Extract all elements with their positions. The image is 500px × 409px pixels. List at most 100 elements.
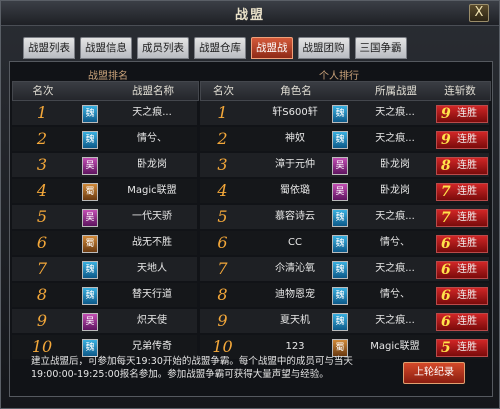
player-row[interactable]: 8 迪物恩宠 魏 情兮、 6 连胜: [200, 283, 489, 307]
faction-badge-icon: 魏: [82, 105, 98, 123]
faction-badge-icon: 吴: [82, 313, 98, 331]
faction-badge-icon: 吴: [332, 157, 348, 175]
faction-badge-icon: 蜀: [82, 183, 98, 201]
guild-name: 天地人: [137, 263, 167, 274]
streak-count: 6: [441, 236, 451, 252]
guild-name: 情兮、: [380, 289, 410, 300]
faction-badge-icon: 魏: [332, 235, 348, 253]
rank-number: 5: [36, 207, 48, 226]
guild-name: 天之痕...: [375, 133, 415, 144]
role-name: 蜀依璐: [280, 185, 310, 196]
streak-badge: 9 连胜: [436, 131, 488, 149]
player-row[interactable]: 5 慕容诗云 魏 天之痕... 7 连胜: [200, 205, 489, 229]
streak-count: 7: [441, 184, 451, 200]
streak-label: 连胜: [457, 290, 477, 301]
role-name: 神奴: [285, 133, 305, 144]
rank-number: 3: [217, 155, 228, 174]
guild-name: 情兮、: [137, 133, 167, 144]
close-button[interactable]: X: [469, 4, 489, 22]
streak-badge: 9 连胜: [436, 105, 488, 123]
col-role-name: 角色名: [280, 85, 312, 97]
faction-badge-icon: 魏: [82, 287, 98, 305]
role-name: 慕容诗云: [275, 211, 315, 222]
faction-badge-icon: 吴: [82, 157, 98, 175]
tab-6[interactable]: 三国争霸: [354, 37, 407, 59]
guild-name: 卧龙岗: [137, 159, 167, 170]
faction-badge-icon: 蜀: [82, 235, 98, 253]
streak-badge: 6 连胜: [436, 235, 488, 253]
col-rank: 名次: [32, 85, 54, 97]
role-name: 尒清沁氧: [275, 263, 315, 274]
guild-name: Magic联盟: [127, 185, 177, 196]
streak-label: 连胜: [457, 134, 477, 145]
guild-name: 天之痕...: [375, 211, 415, 222]
tab-1[interactable]: 战盟信息: [80, 37, 132, 59]
col-streak: 连斩数: [444, 85, 476, 97]
streak-count: 8: [441, 158, 451, 174]
rank-number: 4: [36, 181, 48, 200]
guild-name: 天之痕...: [375, 263, 415, 274]
streak-label: 连胜: [457, 160, 477, 171]
streak-label: 连胜: [457, 238, 477, 249]
streak-count: 5: [441, 340, 451, 356]
player-row[interactable]: 6 CC 魏 情兮、 6 连胜: [200, 231, 489, 255]
col-guild-name: 战盟名称: [132, 85, 174, 97]
player-row[interactable]: 9 夏天机 魏 天之痕... 6 连胜: [200, 309, 489, 333]
personal-table-header: 名次 角色名 所属战盟 连斩数: [200, 81, 491, 101]
player-row[interactable]: 7 尒清沁氧 魏 天之痕... 6 连胜: [200, 257, 489, 281]
player-row[interactable]: 1 轩S600轩 魏 天之痕... 9 连胜: [200, 101, 489, 125]
faction-badge-icon: 魏: [332, 313, 348, 331]
guild-ranking-label: 战盟排名: [88, 71, 128, 82]
tab-2[interactable]: 成员列表: [137, 37, 189, 59]
streak-label: 连胜: [457, 108, 477, 119]
streak-count: 6: [441, 288, 451, 304]
streak-badge: 8 连胜: [436, 157, 488, 175]
guild-name: 情兮、: [380, 237, 410, 248]
rank-number: 2: [36, 129, 48, 148]
last-round-record-button[interactable]: 上轮纪录: [403, 362, 465, 384]
rank-number: 4: [217, 181, 228, 200]
rank-number: 1: [36, 103, 48, 122]
tab-5[interactable]: 战盟团购: [297, 37, 350, 59]
guild-row[interactable]: 3 吴 卧龙岗: [12, 153, 197, 177]
info-text: 建立战盟后，可参加每天19:30开始的战盟争霸。每个战盟中的成员可与当天19:0…: [31, 356, 353, 380]
streak-badge: 6 连胜: [436, 313, 488, 331]
tab-4[interactable]: 战盟战: [251, 37, 293, 59]
faction-badge-icon: 魏: [82, 261, 98, 279]
personal-ranking-label: 个人排行: [319, 71, 359, 82]
streak-label: 连胜: [457, 316, 477, 327]
player-row[interactable]: 3 漳于元仲 吴 卧龙岗 8 连胜: [200, 153, 489, 177]
role-name: 漳于元仲: [275, 159, 315, 170]
guild-row[interactable]: 2 魏 情兮、: [12, 127, 197, 151]
guild-name: 天之痕...: [375, 107, 415, 118]
guild-row[interactable]: 8 魏 替天行道: [12, 283, 197, 307]
guild-row[interactable]: 6 蜀 战无不胜: [12, 231, 197, 255]
faction-badge-icon: 吴: [332, 183, 348, 201]
rank-number: 6: [36, 233, 48, 252]
faction-badge-icon: 魏: [332, 209, 348, 227]
player-row[interactable]: 2 神奴 魏 天之痕... 9 连胜: [200, 127, 489, 151]
guild-row[interactable]: 4 蜀 Magic联盟: [12, 179, 197, 203]
tab-3[interactable]: 战盟仓库: [194, 37, 246, 59]
guild-row[interactable]: 5 吴 一代天骄: [12, 205, 197, 229]
rank-number: 7: [217, 259, 228, 278]
tab-0[interactable]: 战盟列表: [23, 37, 75, 59]
role-name: CC: [288, 237, 302, 248]
streak-badge: 7 连胜: [436, 183, 488, 201]
rank-number: 3: [36, 155, 48, 174]
guild-row[interactable]: 9 吴 炽天使: [12, 309, 197, 333]
streak-count: 7: [441, 210, 451, 226]
guild-row[interactable]: 7 魏 天地人: [12, 257, 197, 281]
guild-name: 战无不胜: [132, 237, 172, 248]
guild-name: 炽天使: [137, 315, 167, 326]
rank-number: 8: [217, 285, 228, 304]
streak-count: 6: [441, 262, 451, 278]
streak-label: 连胜: [457, 212, 477, 223]
streak-badge: 5 连胜: [436, 339, 488, 357]
faction-badge-icon: 魏: [332, 261, 348, 279]
faction-badge-icon: 魏: [332, 287, 348, 305]
streak-label: 连胜: [457, 342, 477, 353]
faction-badge-icon: 魏: [82, 131, 98, 149]
player-row[interactable]: 4 蜀依璐 吴 卧龙岗 7 连胜: [200, 179, 489, 203]
guild-row[interactable]: 1 魏 天之痕...: [12, 101, 197, 125]
